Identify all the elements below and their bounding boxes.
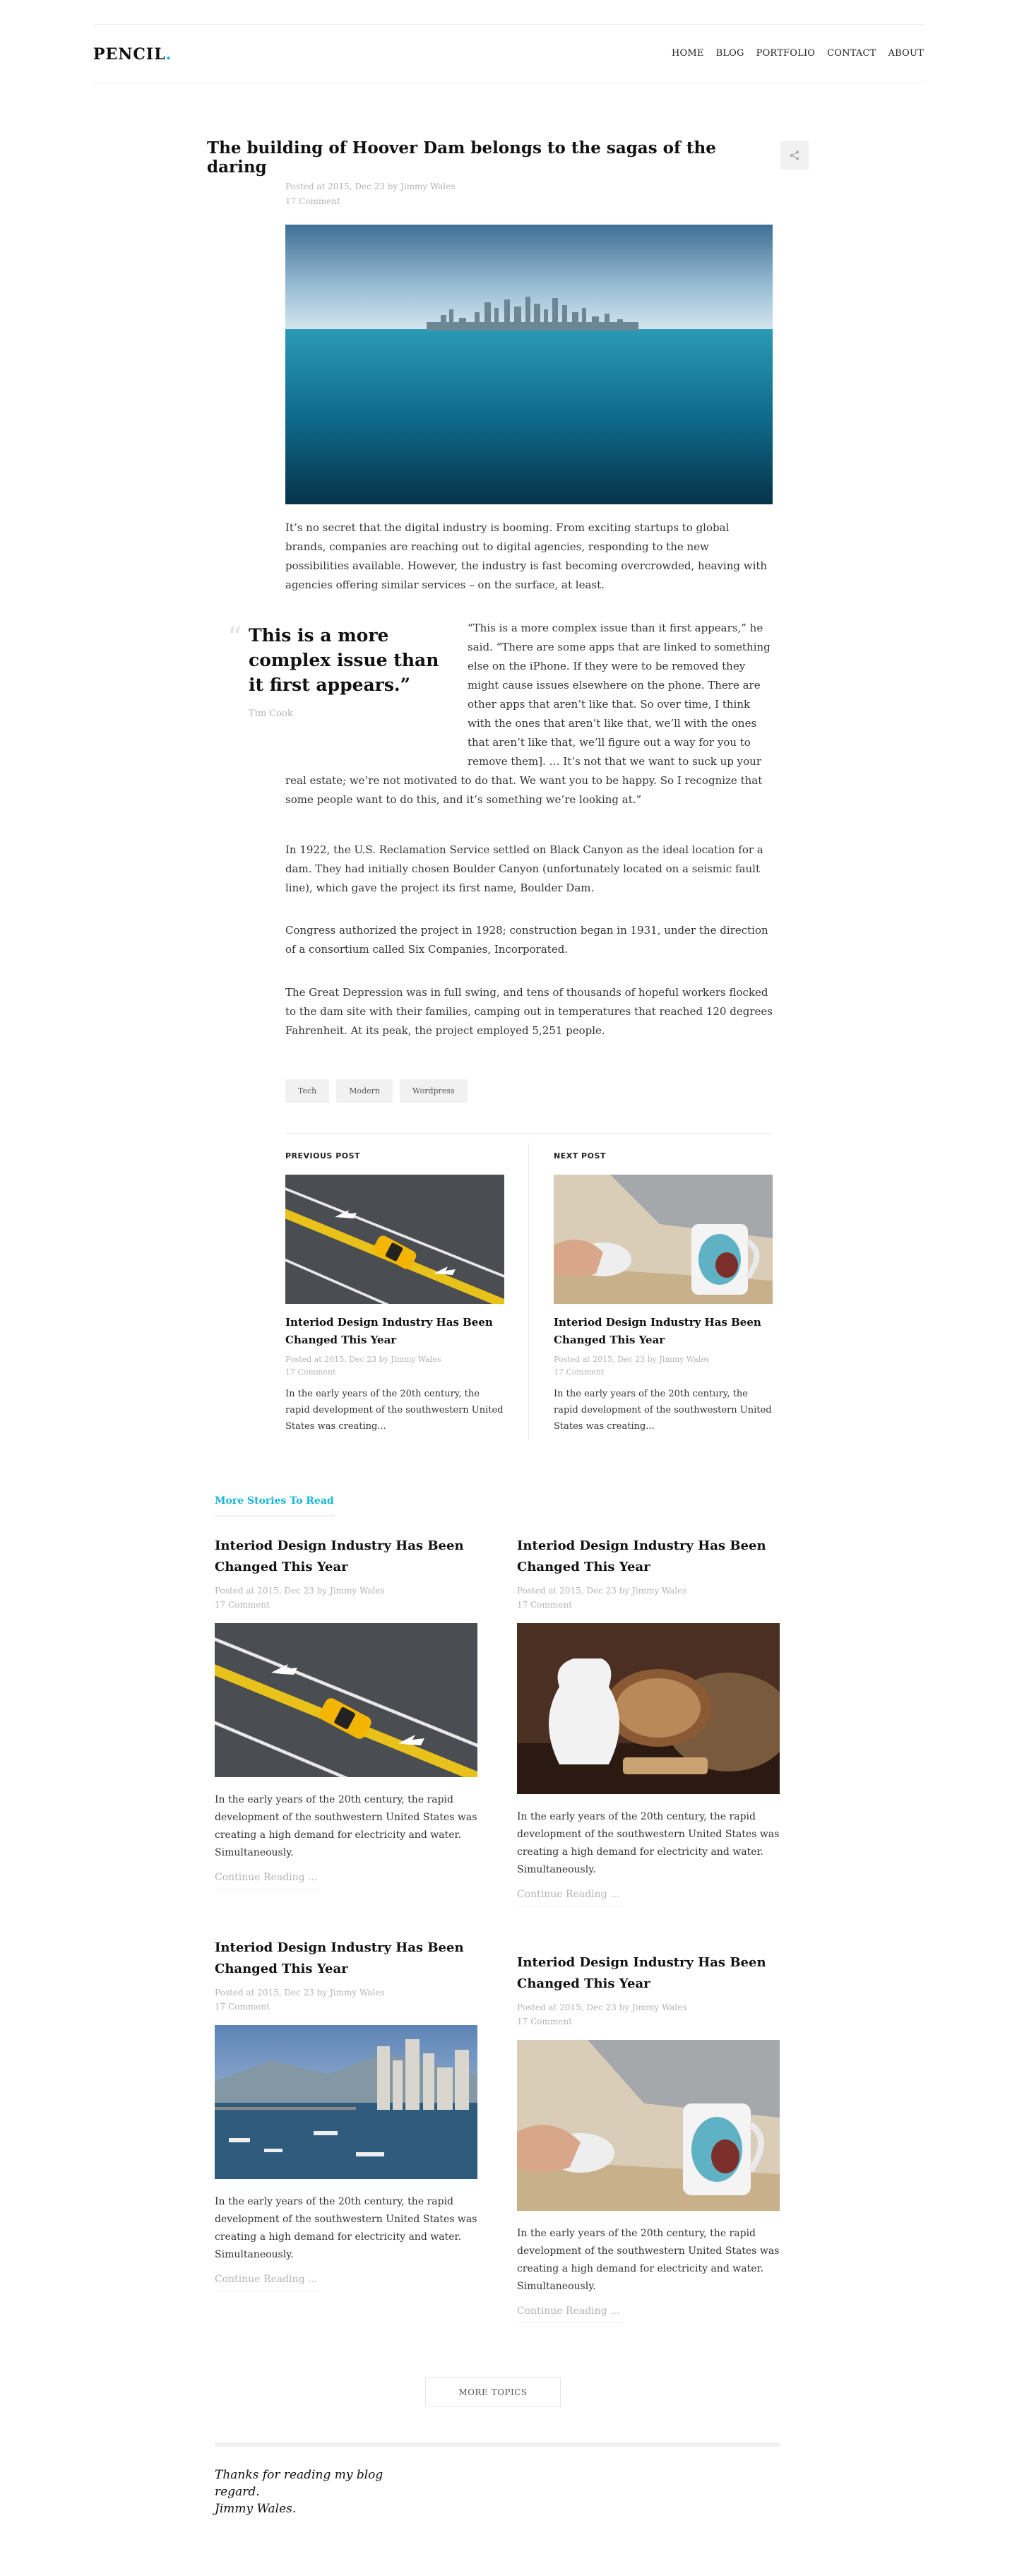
more-stories-underline	[215, 1515, 335, 1516]
continue-reading-link[interactable]: Continue Reading ...	[215, 2274, 321, 2291]
nav-home[interactable]: HOME	[672, 48, 704, 59]
previous-post-label: PREVIOUS POST	[285, 1151, 361, 1161]
story-comments[interactable]: 17 Comment	[517, 2014, 780, 2029]
article-comments[interactable]: 17 Comment	[285, 194, 456, 209]
more-topics-button[interactable]: MORE TOPICS	[425, 2378, 561, 2407]
story-comments[interactable]: 17 Comment	[215, 2000, 477, 2014]
story-image[interactable]	[517, 1623, 780, 1794]
story-card: Interiod Design Industry Has Been Change…	[517, 1536, 780, 1906]
story-title[interactable]: Interiod Design Industry Has Been Change…	[517, 1952, 780, 1995]
story-meta: Posted at 2015, Dec 23 by Jimmy Wales 17…	[215, 1584, 477, 1612]
previous-post-comments[interactable]: 17 Comment	[285, 1366, 506, 1379]
tag-tech[interactable]: Tech	[285, 1079, 330, 1103]
story-comments[interactable]: 17 Comment	[517, 1598, 780, 1612]
story-card: Interiod Design Industry Has Been Change…	[215, 1536, 477, 1889]
previous-post-title[interactable]: Interiod Design Industry Has Been Change…	[285, 1314, 506, 1349]
next-post-title[interactable]: Interiod Design Industry Has Been Change…	[554, 1314, 774, 1349]
header-top-divider	[93, 24, 924, 25]
site-logo[interactable]: PENCIL.	[93, 45, 172, 64]
story-excerpt: In the early years of the 20th century, …	[215, 2196, 477, 2260]
story-posted: Posted at 2015, Dec 23 by Jimmy Wales	[215, 1586, 385, 1596]
continue-reading-link[interactable]: Continue Reading ...	[215, 1872, 321, 1889]
nav-contact[interactable]: CONTACT	[827, 48, 876, 59]
story-meta: Posted at 2015, Dec 23 by Jimmy Wales 17…	[215, 1986, 477, 2014]
share-icon	[790, 150, 799, 160]
story-excerpt: In the early years of the 20th century, …	[517, 1811, 780, 1875]
quote-paragraph: “This is a more complex issue than it fi…	[285, 619, 773, 809]
article-posted: Posted at 2015, Dec 23 by Jimmy Wales	[285, 182, 456, 191]
more-stories-heading: More Stories To Read	[215, 1495, 334, 1507]
main-nav: HOME BLOG PORTFOLIO CONTACT ABOUT	[672, 48, 924, 59]
next-post-label: NEXT POST	[554, 1151, 606, 1161]
previous-post-meta: Posted at 2015, Dec 23 by Jimmy Wales 17…	[285, 1353, 506, 1379]
story-comments[interactable]: 17 Comment	[215, 1598, 477, 1612]
next-post-excerpt: In the early years of the 20th century, …	[554, 1389, 772, 1432]
story-title[interactable]: Interiod Design Industry Has Been Change…	[215, 1536, 477, 1578]
previous-post-posted: Posted at 2015, Dec 23 by Jimmy Wales	[285, 1355, 441, 1364]
story-image[interactable]	[215, 2025, 477, 2179]
story-title[interactable]: Interiod Design Industry Has Been Change…	[517, 1536, 780, 1578]
story-excerpt: In the early years of the 20th century, …	[215, 1794, 477, 1858]
story-excerpt: In the early years of the 20th century, …	[517, 2228, 780, 2292]
signoff-line: regard.	[215, 2485, 260, 2499]
nav-blog[interactable]: BLOG	[716, 48, 744, 59]
article-paragraph-1: It’s no secret that the digital industry…	[285, 521, 768, 591]
continue-reading-link[interactable]: Continue Reading ...	[517, 1889, 623, 1906]
previous-post-image[interactable]	[285, 1175, 504, 1304]
story-image[interactable]	[517, 2040, 780, 2211]
previous-post-excerpt: In the early years of the 20th century, …	[285, 1389, 504, 1432]
tag-modern[interactable]: Modern	[336, 1079, 393, 1103]
article-paragraph-3: Congress authorized the project in 1928;…	[285, 924, 768, 956]
previous-post[interactable]: PREVIOUS POST Interiod Design Industry H…	[285, 1151, 506, 1435]
article-paragraph-2: In 1922, the U.S. Reclamation Service se…	[285, 843, 763, 894]
signoff: Thanks for reading my blog regard. Jimmy…	[215, 2467, 383, 2517]
post-nav-divider	[285, 1133, 773, 1134]
nav-about[interactable]: ABOUT	[888, 48, 924, 59]
signoff-line: Thanks for reading my blog	[215, 2468, 383, 2482]
story-title[interactable]: Interiod Design Industry Has Been Change…	[215, 1937, 477, 1980]
story-card: Interiod Design Industry Has Been Change…	[517, 1952, 780, 2323]
next-post[interactable]: NEXT POST Interiod Design Industry Has B…	[554, 1151, 774, 1435]
story-meta: Posted at 2015, Dec 23 by Jimmy Wales 17…	[517, 2000, 780, 2029]
article-title: The building of Hoover Dam belongs to th…	[207, 138, 716, 177]
story-posted: Posted at 2015, Dec 23 by Jimmy Wales	[517, 1586, 687, 1596]
next-post-meta: Posted at 2015, Dec 23 by Jimmy Wales 17…	[554, 1353, 774, 1379]
story-image[interactable]	[215, 1623, 477, 1777]
story-meta: Posted at 2015, Dec 23 by Jimmy Wales 17…	[517, 1584, 780, 1612]
next-post-posted: Posted at 2015, Dec 23 by Jimmy Wales	[554, 1355, 710, 1364]
article-meta: Posted at 2015, Dec 23 by Jimmy Wales 17…	[285, 179, 456, 209]
quote-mark-icon: “	[227, 622, 242, 654]
share-button[interactable]	[780, 141, 809, 170]
article-paragraph-4: The Great Depression was in full swing, …	[285, 986, 773, 1037]
footer-divider	[215, 2443, 780, 2447]
tag-list: Tech Modern Wordpress	[285, 1079, 468, 1103]
story-posted: Posted at 2015, Dec 23 by Jimmy Wales	[517, 2002, 687, 2012]
next-post-comments[interactable]: 17 Comment	[554, 1366, 774, 1379]
signoff-line: Jimmy Wales.	[215, 2502, 297, 2516]
tag-wordpress[interactable]: Wordpress	[400, 1079, 468, 1103]
post-nav-separator	[528, 1143, 529, 1440]
next-post-image[interactable]	[554, 1175, 773, 1304]
story-posted: Posted at 2015, Dec 23 by Jimmy Wales	[215, 1988, 385, 1998]
pull-quote-spacer	[285, 619, 468, 767]
continue-reading-link[interactable]: Continue Reading ...	[517, 2305, 623, 2323]
nav-portfolio[interactable]: PORTFOLIO	[756, 48, 816, 59]
story-card: Interiod Design Industry Has Been Change…	[215, 1937, 477, 2291]
hero-image	[285, 225, 773, 504]
